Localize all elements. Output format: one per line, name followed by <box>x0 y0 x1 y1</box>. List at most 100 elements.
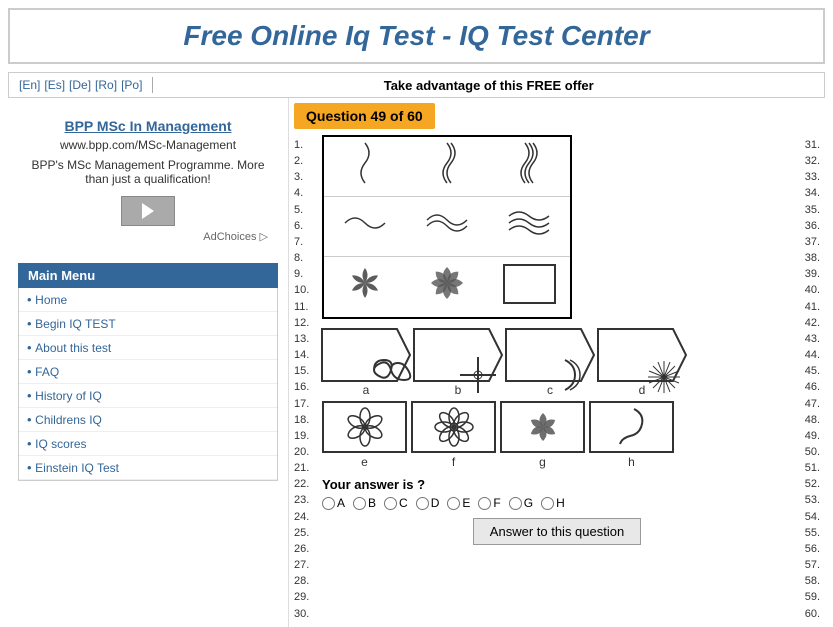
radio-option-c[interactable]: C <box>384 496 408 510</box>
pattern-cell-1-2 <box>410 138 485 195</box>
menu-link-begin-iq[interactable]: Begin IQ TEST <box>35 317 115 331</box>
menu-item-scores[interactable]: IQ scores <box>19 432 277 456</box>
offer-text: Take advantage of this FREE offer <box>163 78 814 93</box>
advertisement: BPP MSc In Management www.bpp.com/MSc-Ma… <box>18 108 278 253</box>
radio-h[interactable] <box>541 497 554 510</box>
choice-h: h <box>589 401 674 469</box>
pattern-cell-3-3 <box>492 263 567 312</box>
choice-d: d <box>598 329 686 397</box>
pattern-cell-1-3 <box>492 138 567 195</box>
menu-link-faq[interactable]: FAQ <box>35 365 59 379</box>
choice-h-shape <box>589 401 674 453</box>
radio-f[interactable] <box>478 497 491 510</box>
choice-e-label: e <box>361 455 368 469</box>
answer-button[interactable]: Answer to this question <box>473 518 641 545</box>
choice-c: c <box>506 329 594 397</box>
page-header: Free Online Iq Test - IQ Test Center <box>8 8 825 64</box>
choice-f-label: f <box>452 455 455 469</box>
pattern-row-3 <box>324 257 570 317</box>
ad-title[interactable]: BPP MSc In Management <box>28 118 268 134</box>
radio-g-label: G <box>524 496 533 510</box>
choices-row-top: a <box>322 329 792 397</box>
radio-option-f[interactable]: F <box>478 496 500 510</box>
menu-link-einstein[interactable]: Einstein IQ Test <box>35 461 119 475</box>
language-links[interactable]: [En] [Es] [De] [Ro] [Po] <box>19 78 142 92</box>
pattern-cell-3-2 <box>410 261 485 313</box>
lang-es[interactable]: [Es] <box>44 78 65 92</box>
pattern-cell-2-3 <box>492 206 567 248</box>
question-header: Question 49 of 60 <box>294 103 435 129</box>
radio-d-label: D <box>431 496 440 510</box>
radio-b-label: B <box>368 496 376 510</box>
choice-c-shape <box>506 329 594 381</box>
radio-a[interactable] <box>322 497 335 510</box>
choice-a-label: a <box>363 383 370 397</box>
lang-en[interactable]: [En] <box>19 78 40 92</box>
radio-c[interactable] <box>384 497 397 510</box>
menu-item-faq[interactable]: FAQ <box>19 360 277 384</box>
language-bar: [En] [Es] [De] [Ro] [Po] Take advantage … <box>8 72 825 98</box>
menu-item-childrens[interactable]: Childrens IQ <box>19 408 277 432</box>
question-content: a <box>322 135 792 622</box>
menu-link-childrens[interactable]: Childrens IQ <box>35 413 102 427</box>
menu-item-begin-iq[interactable]: Begin IQ TEST <box>19 312 277 336</box>
pattern-cell-1-1 <box>328 138 403 195</box>
pattern-cell-3-1 <box>328 261 403 313</box>
row-numbers-right: 31.32.33. 34.35.36. 37.38.39. 40.41.42. … <box>792 135 820 622</box>
ad-button[interactable] <box>121 196 175 226</box>
pattern-row-2 <box>324 197 570 257</box>
choice-f: f <box>411 401 496 469</box>
main-menu-header: Main Menu <box>18 263 278 288</box>
menu-link-about[interactable]: About this test <box>35 341 111 355</box>
lang-de[interactable]: [De] <box>69 78 91 92</box>
radio-g[interactable] <box>509 497 522 510</box>
choice-g-label: g <box>539 455 546 469</box>
radio-option-g[interactable]: G <box>509 496 533 510</box>
radio-a-label: A <box>337 496 345 510</box>
menu-item-home[interactable]: Home <box>19 288 277 312</box>
radio-e-label: E <box>462 496 470 510</box>
radio-option-h[interactable]: H <box>541 496 565 510</box>
choice-h-label: h <box>628 455 635 469</box>
radio-option-d[interactable]: D <box>416 496 440 510</box>
lang-divider <box>152 77 153 93</box>
lang-po[interactable]: [Po] <box>121 78 142 92</box>
main-menu-list: Home Begin IQ TEST About this test FAQ H… <box>18 288 278 481</box>
question-wrapper: 1.2.3. 4.5.6. 7.8.9. 10.11.12. 13.14.15.… <box>294 135 820 622</box>
choice-f-shape <box>411 401 496 453</box>
menu-link-scores[interactable]: IQ scores <box>35 437 86 451</box>
menu-link-history[interactable]: History of IQ <box>35 389 102 403</box>
answer-prompt: Your answer is ? <box>322 477 792 492</box>
radio-b[interactable] <box>353 497 366 510</box>
choice-e-shape <box>322 401 407 453</box>
page-title: Free Online Iq Test - IQ Test Center <box>30 20 803 52</box>
radio-option-e[interactable]: E <box>447 496 470 510</box>
menu-link-home[interactable]: Home <box>35 293 67 307</box>
choice-d-shape <box>598 329 686 381</box>
radio-h-label: H <box>556 496 565 510</box>
choice-g-shape <box>500 401 585 453</box>
choice-a-shape <box>322 329 410 381</box>
radio-d[interactable] <box>416 497 429 510</box>
menu-item-about[interactable]: About this test <box>19 336 277 360</box>
ad-choices[interactable]: AdChoices ▷ <box>28 230 268 243</box>
ad-url: www.bpp.com/MSc-Management <box>28 138 268 152</box>
choices-row-bottom: e <box>322 401 792 469</box>
menu-item-history[interactable]: History of IQ <box>19 384 277 408</box>
lang-ro[interactable]: [Ro] <box>95 78 117 92</box>
choice-b-shape <box>414 329 502 381</box>
radio-e[interactable] <box>447 497 460 510</box>
choice-g: g <box>500 401 585 469</box>
radio-option-b[interactable]: B <box>353 496 376 510</box>
radio-options-row: A B C D E F <box>322 496 792 510</box>
ad-description: BPP's MSc Management Programme. More tha… <box>28 158 268 186</box>
choice-a: a <box>322 329 410 397</box>
menu-item-einstein[interactable]: Einstein IQ Test <box>19 456 277 480</box>
pattern-grid <box>322 135 572 319</box>
pattern-cell-2-1 <box>328 208 403 245</box>
radio-c-label: C <box>399 496 408 510</box>
arrow-icon <box>142 203 154 219</box>
sidebar: BPP MSc In Management www.bpp.com/MSc-Ma… <box>8 98 288 627</box>
radio-option-a[interactable]: A <box>322 496 345 510</box>
pattern-row-1 <box>324 137 570 197</box>
